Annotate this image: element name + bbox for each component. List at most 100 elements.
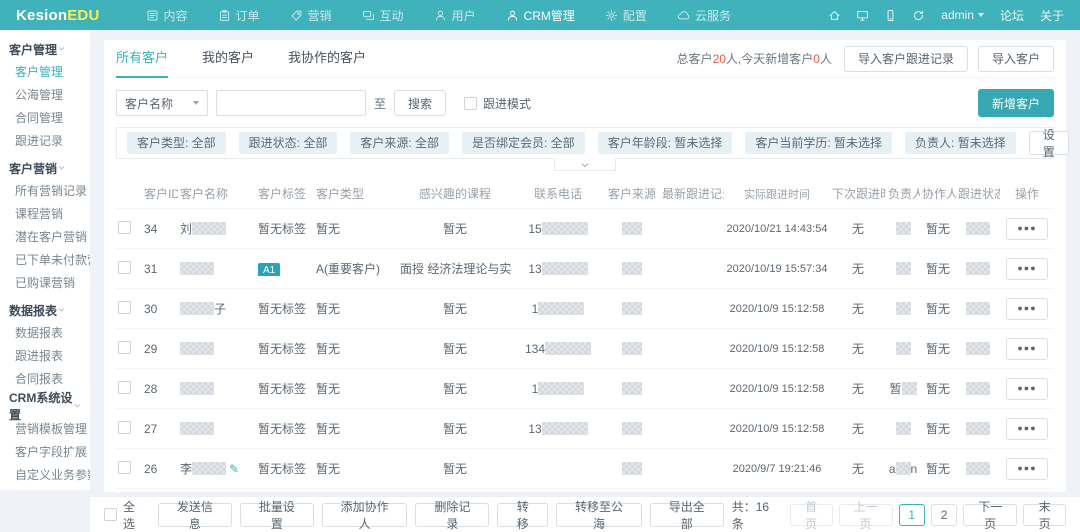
forum-link[interactable]: 论坛 [1000,7,1024,24]
row-actions-button[interactable]: ●●● [1006,457,1048,480]
nav-item[interactable]: 订单 [218,7,260,24]
redacted-blur [541,221,588,235]
pager-button[interactable]: 下一页 [963,500,1018,531]
sidebar-item[interactable]: 跟进报表 [0,345,90,368]
bulk-action-button[interactable]: 导出全部 [649,500,724,531]
cell-next-follow-time: 无 [851,382,864,396]
bulk-action-button[interactable]: 批量设置 [239,500,314,531]
tab[interactable]: 所有客户 [116,40,169,78]
cell-owner [886,301,920,316]
to-label: 至 [374,96,387,111]
add-customer-button[interactable]: 新增客户 [977,89,1054,117]
bulk-action-button[interactable]: 添加协作人 [321,500,408,531]
sidebar-item[interactable]: 数据报表 [0,322,90,345]
pager-button[interactable]: 2 [930,503,958,526]
filter-chip[interactable]: 负责人: 暂未选择 [905,132,1016,154]
bulk-action-button[interactable]: 发送信息 [157,500,232,531]
bulk-action-button[interactable]: 删除记录 [415,500,490,531]
redacted-blur [622,301,642,315]
sidebar-item[interactable]: 跟进记录 [0,130,90,153]
refresh-icon[interactable] [912,9,925,22]
sidebar-item[interactable]: 合同管理 [0,107,90,130]
pager-button[interactable]: 上一页 [838,500,893,531]
bulk-action-button[interactable]: 转移至公海 [556,500,642,531]
tab[interactable]: 我协作的客户 [288,40,366,78]
search-input[interactable] [216,90,366,116]
chevron-down-icon [581,162,589,167]
sidebar-group-title[interactable]: CRM系统设置 [0,391,90,422]
row-checkbox[interactable] [118,340,131,354]
sidebar-group-title[interactable]: 客户营销 [0,156,90,180]
filter-chip[interactable]: 客户年龄段: 暂未选择 [597,132,733,154]
filter-chip[interactable]: 是否绑定会员: 全部 [462,132,585,154]
home-icon[interactable] [828,9,841,22]
sidebar-item[interactable]: 课程营销 [0,203,90,226]
pager-button[interactable]: 首页 [789,500,833,531]
sidebar-item[interactable]: 客户字段扩展 [0,441,90,464]
import-follow-records-button[interactable]: 导入客户跟进记录 [843,45,968,72]
import-customers-button[interactable]: 导入客户 [977,45,1054,72]
monitor-icon[interactable] [856,9,869,22]
select-all-checkbox[interactable]: 全选 [104,498,146,532]
table-row: 34 刘暂无标签 暂无 暂无 15 2020/10/21 14:43:54 无暂无 ●●● [116,209,1054,249]
edit-icon[interactable]: ✎ [229,462,239,476]
chevron-down-icon [57,303,66,317]
sidebar-group-title[interactable]: 客户管理 [0,37,90,61]
redacted-blur [622,341,642,355]
sidebar-item[interactable]: 客户管理 [0,61,90,84]
filter-chip[interactable]: 客户当前学历: 暂未选择 [745,132,893,154]
nav-item[interactable]: CRM管理 [506,7,575,24]
mobile-icon[interactable] [884,9,897,22]
nav-item[interactable]: 互动 [362,7,404,24]
cell-next-follow-time: 无 [851,262,864,276]
row-actions-button[interactable]: ●●● [1006,217,1048,240]
row-checkbox[interactable] [118,300,131,314]
row-checkbox[interactable] [118,420,131,434]
nav-item[interactable]: 云服务 [677,7,731,24]
tab[interactable]: 我的客户 [202,40,254,78]
nav-item[interactable]: 内容 [146,7,188,24]
filter-chip[interactable]: 客户类型: 全部 [127,132,226,154]
sidebar-item[interactable]: 潜在客户营销 [0,226,90,249]
user-icon [434,9,447,22]
filter-chip[interactable]: 跟进状态: 全部 [238,132,338,154]
nav-item[interactable]: 配置 [605,7,647,24]
sidebar-item[interactable]: 自定义业务参数 [0,464,90,487]
sidebar-item[interactable]: 所有营销记录 [0,180,90,203]
row-actions-button[interactable]: ●●● [1006,257,1048,280]
cell-source [604,301,660,316]
row-checkbox[interactable] [118,220,131,234]
nav-item[interactable]: 用户 [434,7,476,24]
follow-mode-checkbox[interactable]: 跟进模式 [464,95,531,112]
pager-button[interactable]: 末页 [1023,500,1067,531]
table-row: 30 子暂无标签 暂无 暂无 1 2020/10/9 15:12:58 无暂无 ●●● [116,289,1054,329]
row-checkbox[interactable] [118,380,131,394]
sidebar-item[interactable]: 合同报表 [0,368,90,391]
bulk-actions: 发送信息 批量设置 添加协作人 删除记录 转移 转移至公海 导出全部 [157,500,724,531]
admin-menu[interactable]: admin [941,8,984,22]
table-header-cell: 客户ID [144,187,178,201]
row-actions-button[interactable]: ●●● [1006,297,1048,320]
row-checkbox[interactable] [118,260,131,274]
row-actions-button[interactable]: ●●● [1006,337,1048,360]
row-actions-button[interactable]: ●●● [1006,417,1048,440]
top-bar-right: admin 论坛 关于 [828,7,1064,24]
bulk-action-button[interactable]: 转移 [497,500,549,531]
row-checkbox[interactable] [118,460,131,474]
sidebar-item[interactable]: 自定义标签 [0,487,90,490]
app-logo[interactable]: KesionEDU [16,7,100,24]
collapse-filters-button[interactable] [554,158,616,171]
sidebar-item[interactable]: 公海管理 [0,84,90,107]
sidebar-item[interactable]: 已下单未付款营销 [0,249,90,272]
sidebar-group-title[interactable]: 数据报表 [0,298,90,322]
nav-item[interactable]: 营销 [290,7,332,24]
about-link[interactable]: 关于 [1040,7,1064,24]
filter-settings-button[interactable]: 设置 [1028,128,1069,159]
pager-button[interactable]: 1 [898,503,925,526]
row-actions-button[interactable]: ●●● [1006,377,1048,400]
search-button[interactable]: 搜索 [394,90,447,116]
search-field-select[interactable]: 客户名称 [116,90,208,116]
filter-chip[interactable]: 客户来源: 全部 [350,132,450,154]
sidebar-item[interactable]: 已购课营销 [0,272,90,295]
cell-customer-tag: 暂无标签 [258,302,307,316]
